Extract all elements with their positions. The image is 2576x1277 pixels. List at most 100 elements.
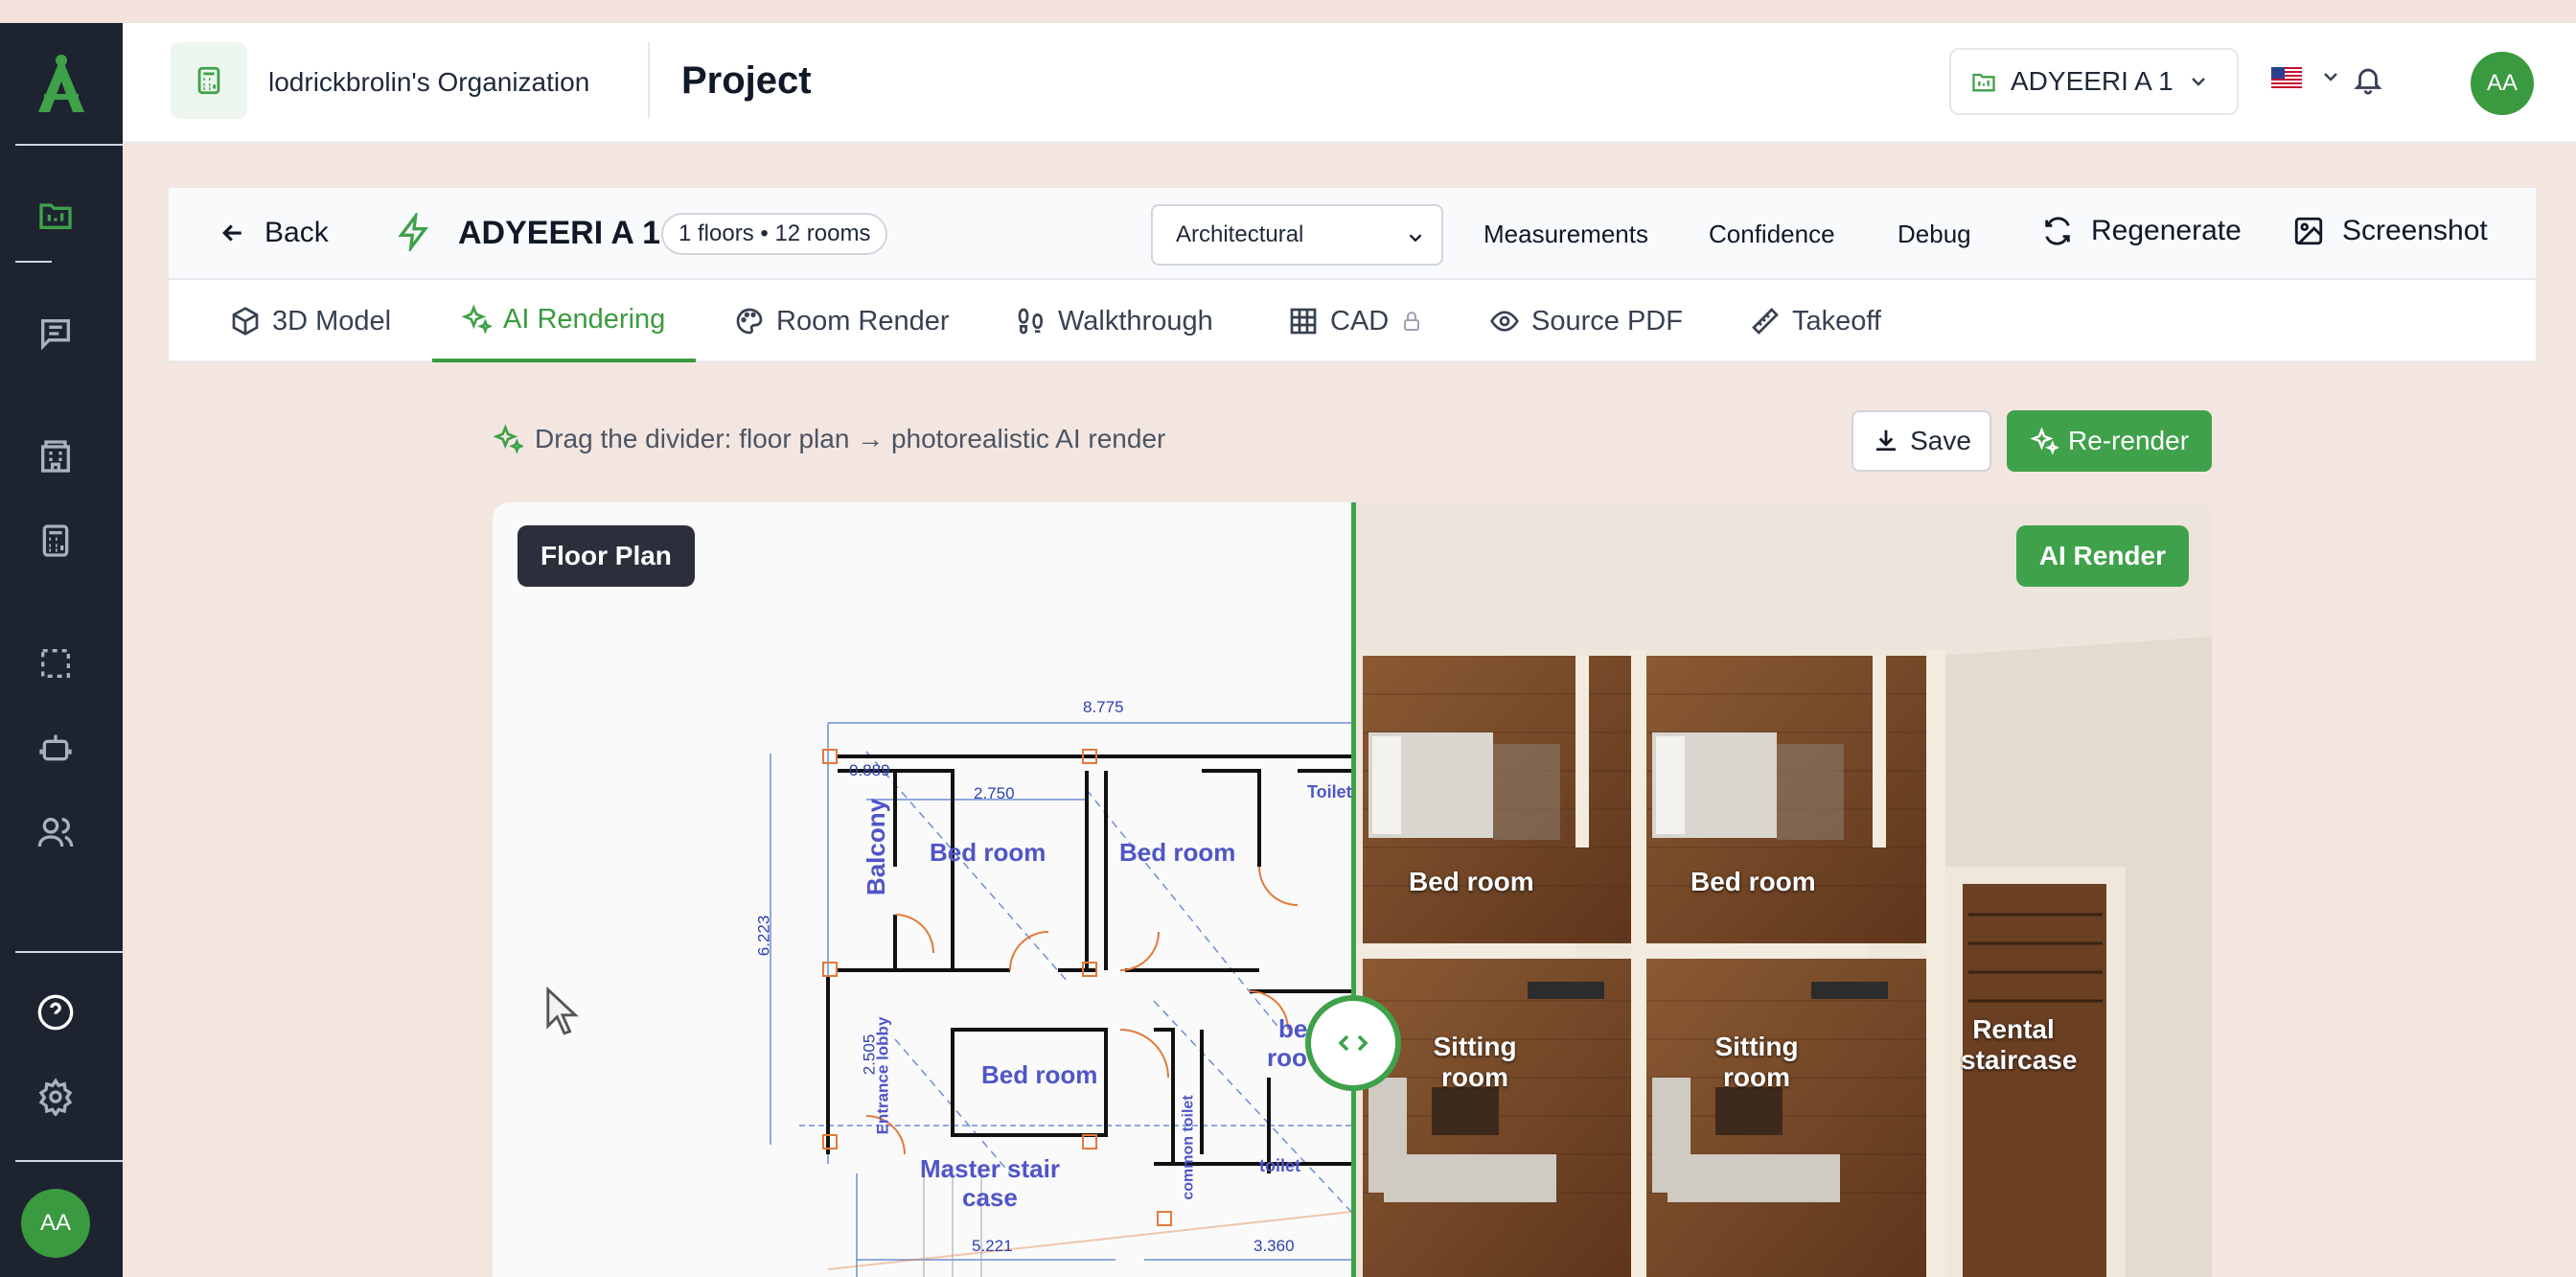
palette-icon [736,308,763,335]
projects-icon[interactable] [31,190,80,240]
folder-chart-icon [1972,73,1995,92]
language-chevron-down-icon[interactable] [2319,65,2342,88]
footprints-icon [1018,308,1044,335]
page-title: Project [681,59,812,102]
plan-room-label: Bed room [1119,838,1236,867]
dim-label: 2.750 [974,784,1015,802]
chat-icon[interactable] [31,309,80,359]
sidebar-user-avatar[interactable]: AA [21,1189,90,1258]
plan-room-label: Bed room [930,838,1046,867]
re-render-label: Re-render [2067,426,2190,455]
project-selector-label: ADYEERI A 1 [2011,66,2174,96]
view-tabs: 3D Model AI Rendering Room Render Walkth… [169,280,2536,362]
plan-room-label: be [1278,1014,1308,1043]
window-top-strip [0,0,2576,23]
help-icon[interactable] [31,987,80,1037]
render-room-label: Bed room [1409,867,1534,896]
tab-takeoff[interactable]: Takeoff [1750,280,1881,362]
discipline-select[interactable]: Architectural [1151,204,1443,266]
hint-text: Drag the divider: floor plan → photoreal… [535,424,1166,453]
viewer-toolbar: Back ADYEERI A 1 1 floors • 12 rooms Arc… [169,188,2536,280]
save-button[interactable]: Save [1852,410,1991,472]
back-label: Back [264,217,329,248]
sparkles-icon [493,424,523,454]
settings-gear-icon[interactable] [31,1072,80,1122]
image-icon [2294,217,2323,245]
refresh-icon [2045,217,2070,245]
dim-label: 8.775 [1083,698,1124,716]
plan-room-label: Entrance lobby [873,1016,892,1135]
ai-render-pane: Bed room Bed room Sitting room Sitting r… [1355,502,2212,1277]
compare-divider-line[interactable] [1351,502,1356,1277]
plan-room-label: common toilet [1180,1095,1197,1200]
dim-label: 0.889 [849,761,890,779]
plan-room-label: Toilet [1307,782,1352,801]
top-header: lodrickbrolin's Organization Project ADY… [123,23,2576,143]
building-icon[interactable] [31,431,80,481]
drag-arrows-icon [1338,1034,1368,1052]
tab-label: Walkthrough [1058,305,1213,337]
lock-icon [1404,312,1420,331]
discipline-select-value: Architectural [1176,221,1304,247]
tab-3d-model[interactable]: 3D Model [230,280,391,362]
sidebar-active-divider [15,261,52,263]
eye-icon [1490,311,1519,332]
render-room-label: Rental staircase [1961,1014,2078,1075]
model-name: ADYEERI A 1 [458,215,660,251]
measurements-toggle[interactable]: Measurements [1484,220,1648,249]
model-stats-badge: 1 floors • 12 rooms [661,213,888,255]
tab-source-pdf[interactable]: Source PDF [1489,280,1683,362]
tab-room-render[interactable]: Room Render [734,280,950,362]
compare-divider-handle[interactable] [1305,995,1401,1091]
lightning-icon [398,213,428,251]
re-render-button[interactable]: Re-render [2007,410,2212,472]
tab-ai-rendering[interactable]: AI Rendering [432,280,697,362]
calculator-icon[interactable] [31,516,80,566]
render-room-label: Bed room [1690,867,1816,896]
us-flag-icon[interactable] [2271,67,2306,90]
sidebar-divider [15,144,123,146]
user-avatar[interactable]: AA [2471,52,2534,115]
selection-icon[interactable] [31,638,80,688]
sparkles-icon [461,304,492,335]
cube-icon [232,307,259,336]
org-name[interactable]: lodrickbrolin's Organization [268,67,589,98]
plan-room-label: Balcony [862,798,891,896]
app-logo-icon [38,55,84,112]
regenerate-button[interactable]: Regenerate [2041,215,2242,247]
tab-label: CAD [1330,305,1390,337]
chevron-down-icon [2191,78,2205,86]
sidebar-divider-3 [15,1160,123,1162]
plan-room-label: Bed room [981,1060,1098,1089]
tab-label: Source PDF [1531,305,1683,337]
tab-label: AI Rendering [503,303,666,335]
regenerate-label: Regenerate [2091,215,2242,246]
project-selector[interactable]: ADYEERI A 1 [1949,48,2239,115]
ai-render-pill: AI Render [2015,525,2189,587]
tab-cad[interactable]: CAD [1288,280,1435,362]
users-icon[interactable] [31,807,80,857]
sparkles-icon [2030,427,2058,455]
tab-label: 3D Model [272,305,392,337]
grid-icon [1290,308,1317,335]
bell-icon[interactable] [2352,63,2384,96]
download-icon [1876,430,1897,452]
app-logo[interactable] [0,23,123,146]
divider-hint: Drag the divider: floor plan → photoreal… [493,424,1165,454]
floor-plan-pill: Floor Plan [518,525,695,587]
plan-room-label: toilet [1259,1156,1300,1175]
debug-toggle[interactable]: Debug [1898,220,1971,249]
org-icon[interactable] [171,42,247,119]
plan-room-label: Master stair [920,1154,1060,1183]
back-button[interactable]: Back [218,217,329,249]
header-divider [648,42,650,119]
arrow-left-icon [222,224,242,242]
mouse-cursor-icon [546,986,579,1035]
plan-room-label: case [962,1183,1018,1212]
tab-walkthrough[interactable]: Walkthrough [1016,280,1213,362]
before-after-compare[interactable]: 8.775 0.889 2.750 6.223 2.505 5.221 3.36… [493,502,2212,1277]
confidence-toggle[interactable]: Confidence [1709,220,1835,249]
screenshot-button[interactable]: Screenshot [2292,215,2488,247]
render-room-label: Sitting room [1433,1032,1517,1092]
robot-icon[interactable] [31,723,80,773]
